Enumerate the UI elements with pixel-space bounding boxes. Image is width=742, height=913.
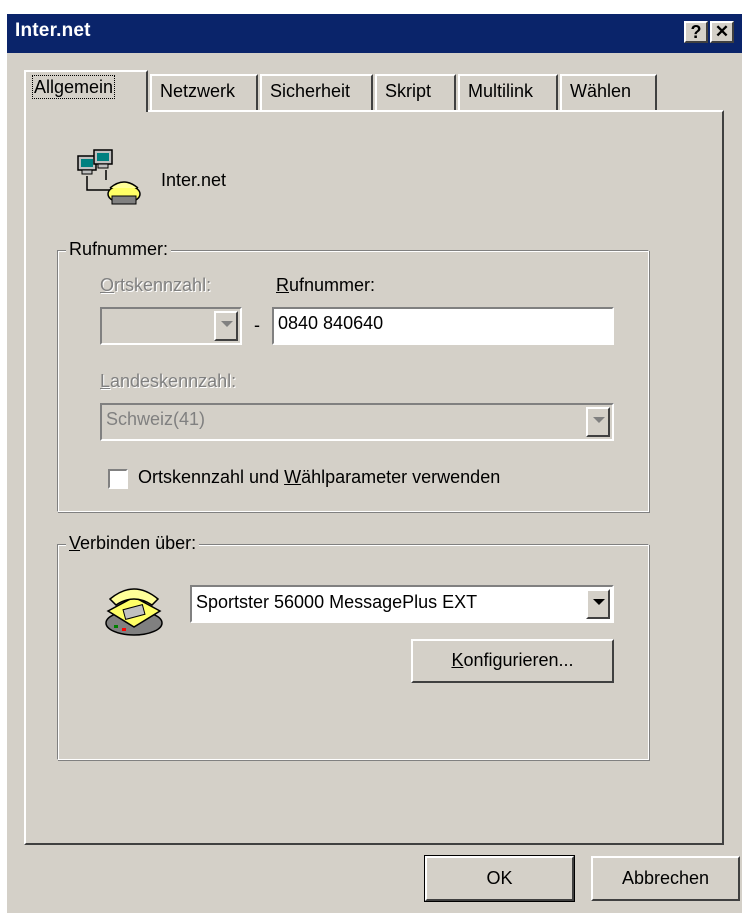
country-code-label: Landeskennzahl: xyxy=(100,371,237,391)
chevron-down-icon[interactable] xyxy=(586,589,610,619)
tab-allgemein[interactable]: Allgemein xyxy=(24,70,148,112)
tab-sicherheit[interactable]: Sicherheit xyxy=(260,74,373,110)
cancel-button[interactable]: Abbrechen xyxy=(591,856,740,901)
connection-name: Inter.net xyxy=(161,170,227,190)
area-code-label: Ortskennzahl: xyxy=(100,275,212,295)
phone-group-label: Rufnummer: xyxy=(66,239,172,260)
area-code-dropdown xyxy=(100,307,242,345)
close-button[interactable]: ✕ xyxy=(710,21,734,43)
tab-netzwerk[interactable]: Netzwerk xyxy=(150,74,258,110)
dial-up-network-icon xyxy=(77,149,141,205)
help-button[interactable]: ? xyxy=(684,21,708,43)
number-separator: - xyxy=(254,315,260,335)
country-code-dropdown: Schweiz(41) xyxy=(100,403,614,441)
modem-dropdown[interactable]: Sportster 56000 MessagePlus EXT xyxy=(190,585,614,623)
use-dialing-rules-checkbox[interactable] xyxy=(108,469,128,489)
use-dialing-rules-label[interactable]: Ortskennzahl und Wählparameter verwenden xyxy=(138,467,500,488)
number-label: Rufnummer: xyxy=(276,275,376,295)
country-code-value: Schweiz(41) xyxy=(106,409,206,429)
title-bar[interactable]: Inter.net ? ✕ xyxy=(7,14,742,53)
modem-phone-icon xyxy=(105,588,163,636)
tab-panel-allgemein: Inter.net Rufnummer: Ortskennzahl: Rufnu… xyxy=(24,110,724,845)
window-title: Inter.net xyxy=(15,20,91,41)
tab-skript[interactable]: Skript xyxy=(375,74,456,110)
phone-number-group: Rufnummer: Ortskennzahl: Rufnummer: - 08… xyxy=(57,239,649,512)
tab-multilink[interactable]: Multilink xyxy=(458,74,558,110)
connect-via-group: Verbinden über: Sportster 56000 MessageP… xyxy=(57,533,649,760)
ok-button[interactable]: OK xyxy=(424,855,575,902)
modem-value: Sportster 56000 MessagePlus EXT xyxy=(196,592,478,612)
configure-button[interactable]: Konfigurieren... xyxy=(411,639,614,683)
phone-number-input[interactable]: 0840 840640 xyxy=(272,307,614,345)
connect-via-label: Verbinden über: xyxy=(66,533,200,554)
chevron-down-icon xyxy=(214,311,238,341)
dialog-window: Inter.net ? ✕ Allgemein Netzwerk Sicherh… xyxy=(7,14,742,913)
chevron-down-icon xyxy=(586,407,610,437)
tab-waehlen[interactable]: Wählen xyxy=(560,74,657,110)
